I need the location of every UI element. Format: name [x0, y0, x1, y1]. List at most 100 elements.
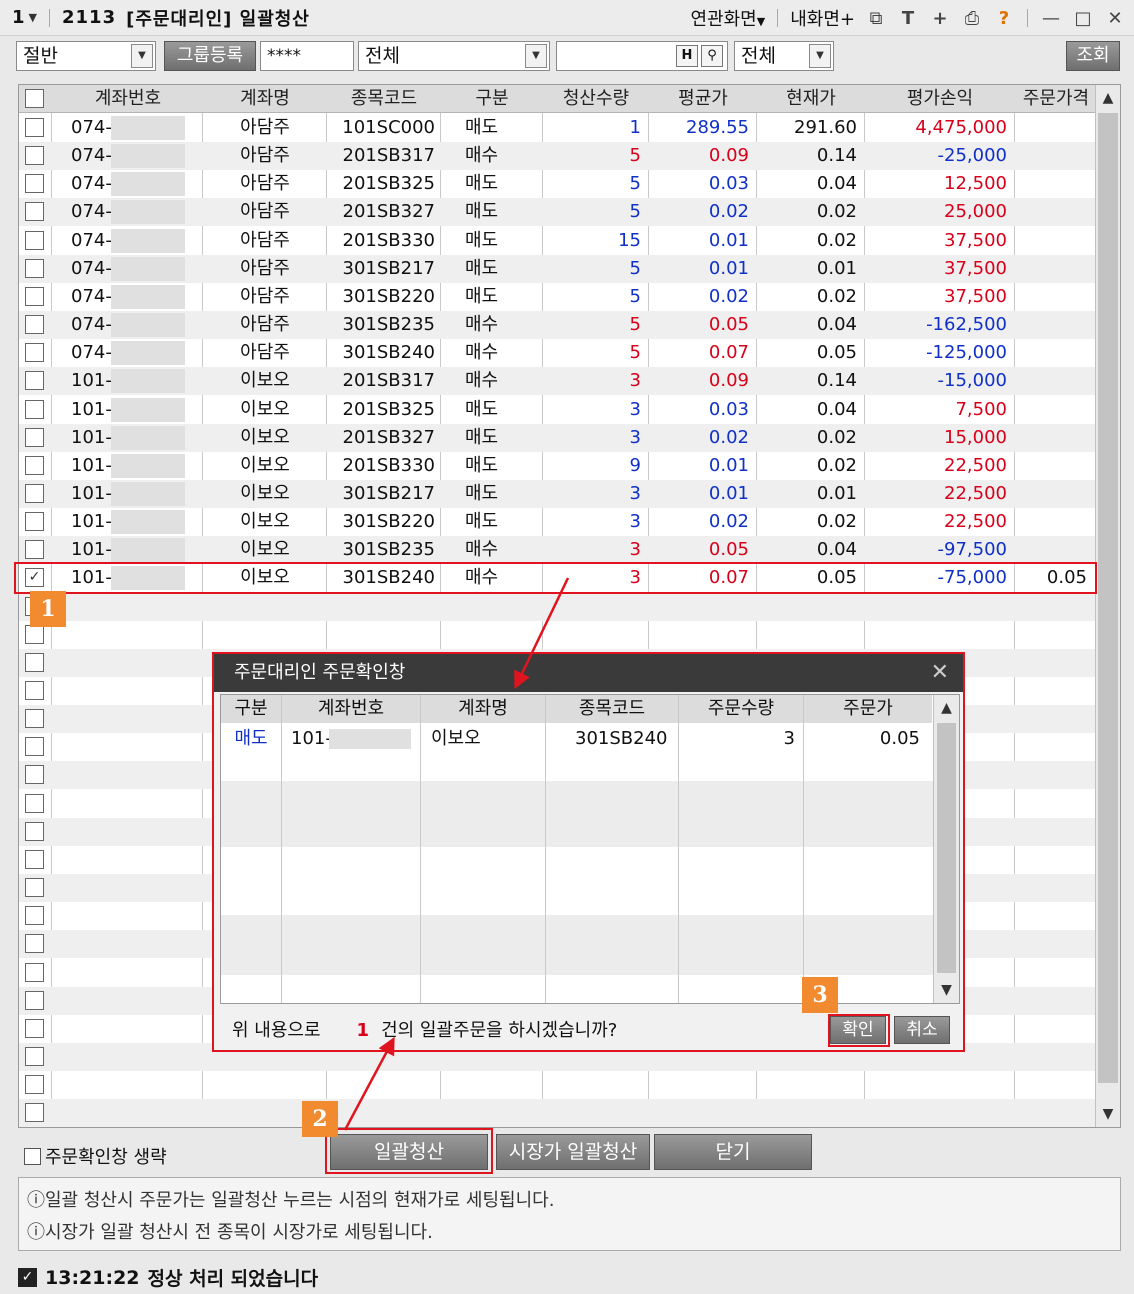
scroll-up-icon[interactable]: ▲	[1096, 85, 1120, 111]
column-header[interactable]: 평가손익	[865, 85, 1015, 113]
column-header[interactable]: 현재가	[757, 85, 865, 113]
table-row[interactable]: 101- 이보오 301SB220 매도 3 0.02 0.02 22,500	[19, 508, 1097, 536]
row-checkbox[interactable]	[25, 652, 44, 672]
row-checkbox[interactable]	[25, 1018, 44, 1038]
cancel-button[interactable]: 취소	[894, 1016, 950, 1044]
column-header[interactable]: 계좌명	[203, 85, 327, 113]
skip-confirm-option[interactable]: 주문확인창 생략	[24, 1143, 167, 1169]
row-checkbox[interactable]	[25, 737, 44, 757]
row-checkbox[interactable]	[25, 962, 44, 982]
row-checkbox[interactable]	[25, 934, 44, 954]
row-checkbox[interactable]	[25, 118, 44, 137]
table-scrollbar[interactable]: ▲ ▼	[1095, 85, 1120, 1127]
search-icon[interactable]: ⚲	[701, 45, 723, 67]
row-checkbox[interactable]	[25, 427, 44, 447]
row-checkbox[interactable]	[25, 512, 44, 532]
row-checkbox[interactable]	[25, 258, 44, 278]
row-checkbox[interactable]	[25, 906, 44, 926]
text-icon[interactable]: T	[897, 8, 919, 29]
scroll-down-icon[interactable]: ▼	[1096, 1101, 1120, 1127]
column-header[interactable]: 주문가격	[1015, 85, 1097, 113]
row-checkbox[interactable]	[25, 849, 44, 869]
row-checkbox[interactable]	[25, 878, 44, 898]
maximize-icon[interactable]: □	[1072, 8, 1094, 29]
table-row[interactable]: 074- 아담주 201SB317 매수 5 0.09 0.14 -25,000	[19, 142, 1097, 171]
column-header[interactable]: 구분	[441, 85, 543, 113]
market-bulk-clear-button[interactable]: 시장가 일괄청산	[496, 1134, 650, 1170]
my-screen-button[interactable]: 내화면+	[790, 5, 855, 31]
table-row[interactable]: 074- 아담주 101SC000 매도 1 289.55 291.60 4,475,000	[19, 114, 1097, 142]
close-icon[interactable]: ✕	[1104, 8, 1126, 29]
row-checkbox[interactable]	[25, 990, 44, 1010]
row-checkbox[interactable]	[25, 399, 44, 419]
row-checkbox[interactable]	[25, 315, 44, 335]
row-checkbox[interactable]	[25, 286, 44, 306]
row-checkbox[interactable]	[25, 1046, 44, 1066]
table-row[interactable]: 101- 이보오 201SB317 매수 3 0.09 0.14 -15,000	[19, 367, 1097, 396]
table-row[interactable]: 101- 이보오 301SB217 매도 3 0.01 0.01 22,500	[19, 479, 1097, 508]
scroll-up-icon[interactable]: ▲	[934, 695, 959, 721]
minimize-icon[interactable]: —	[1040, 8, 1062, 29]
table-row[interactable]: 074- 아담주 201SB325 매도 5 0.03 0.04 12,500	[19, 170, 1097, 198]
scroll-thumb[interactable]	[1098, 113, 1118, 1083]
search-button[interactable]: 조회	[1066, 41, 1120, 71]
scroll-down-icon[interactable]: ▼	[934, 977, 959, 1003]
row-checkbox[interactable]	[25, 230, 44, 250]
related-screens-menu[interactable]: 연관화면▼	[691, 5, 766, 31]
chevron-down-icon[interactable]: ▼	[809, 44, 831, 68]
filter-select-1[interactable]: 전체 ▼	[358, 41, 550, 71]
row-checkbox[interactable]	[25, 455, 44, 475]
table-row[interactable]: 074- 아담주 301SB220 매도 5 0.02 0.02 37,500	[19, 283, 1097, 311]
row-checkbox[interactable]	[25, 483, 44, 503]
select-all-checkbox[interactable]	[25, 89, 44, 108]
table-row[interactable]	[19, 1099, 1097, 1127]
qty-mode-select[interactable]: 절반 ▼	[16, 41, 156, 71]
h-button[interactable]: H	[676, 45, 698, 67]
table-row[interactable]: 074- 아담주 301SB217 매도 5 0.01 0.01 37,500	[19, 254, 1097, 283]
table-row[interactable]: 101- 이보오 201SB327 매도 3 0.02 0.02 15,000	[19, 423, 1097, 452]
row-checkbox[interactable]	[25, 624, 44, 644]
table-row[interactable]: 074- 아담주 301SB235 매수 5 0.05 0.04 -162,500	[19, 311, 1097, 340]
help-icon[interactable]: ?	[993, 8, 1015, 29]
dialog-scrollbar[interactable]: ▲ ▼	[933, 695, 959, 1003]
column-header[interactable]: 청산수량	[543, 85, 649, 113]
filter-select-2[interactable]: 전체 ▼	[734, 41, 834, 71]
table-row[interactable]: 074- 아담주 201SB330 매도 15 0.01 0.02 37,500	[19, 227, 1097, 255]
scroll-thumb[interactable]	[937, 723, 956, 973]
skip-confirm-checkbox[interactable]	[24, 1147, 41, 1165]
row-checkbox[interactable]	[25, 1103, 44, 1123]
table-row[interactable]: 101- 이보오 201SB330 매도 9 0.01 0.02 22,500	[19, 452, 1097, 480]
column-header[interactable]: 종목코드	[327, 85, 441, 113]
column-header[interactable]: 계좌번호	[53, 85, 203, 113]
table-row[interactable]: 101- 이보오 301SB235 매수 3 0.05 0.04 -97,500	[19, 536, 1097, 565]
table-row[interactable]	[19, 1071, 1097, 1099]
table-row[interactable]	[19, 621, 1097, 649]
row-checkbox[interactable]	[25, 681, 44, 700]
row-checkbox[interactable]	[25, 821, 44, 841]
row-checkbox[interactable]	[25, 765, 44, 785]
chevron-down-icon[interactable]: ▼	[29, 11, 37, 24]
row-checkbox[interactable]	[25, 1075, 44, 1095]
window-number[interactable]: 1	[12, 7, 25, 28]
chevron-down-icon[interactable]: ▼	[525, 44, 547, 68]
column-header[interactable]: 평균가	[649, 85, 757, 113]
table-row[interactable]: 101- 이보오 201SB325 매도 3 0.03 0.04 7,500	[19, 396, 1097, 424]
screen-link-icon[interactable]: ⧉	[865, 8, 887, 29]
print-icon[interactable]: ⎙	[961, 8, 983, 29]
plus-icon[interactable]: +	[929, 8, 951, 29]
close-button[interactable]: 닫기	[654, 1134, 812, 1170]
row-checkbox[interactable]	[25, 343, 44, 363]
row-checkbox[interactable]	[25, 709, 44, 729]
table-row[interactable]: 074- 아담주 301SB240 매수 5 0.07 0.05 -125,000	[19, 339, 1097, 367]
chevron-down-icon[interactable]: ▼	[131, 44, 153, 68]
row-checkbox[interactable]	[25, 793, 44, 813]
row-checkbox[interactable]	[25, 174, 44, 194]
row-checkbox[interactable]	[25, 202, 44, 222]
group-register-button[interactable]: 그룹등록	[164, 41, 256, 71]
table-row[interactable]	[19, 592, 1097, 621]
row-checkbox[interactable]	[25, 371, 44, 391]
row-checkbox[interactable]	[25, 146, 44, 166]
row-checkbox[interactable]	[25, 540, 44, 560]
table-row[interactable]: 074- 아담주 201SB327 매도 5 0.02 0.02 25,000	[19, 198, 1097, 227]
close-icon[interactable]: ✕	[931, 654, 949, 692]
